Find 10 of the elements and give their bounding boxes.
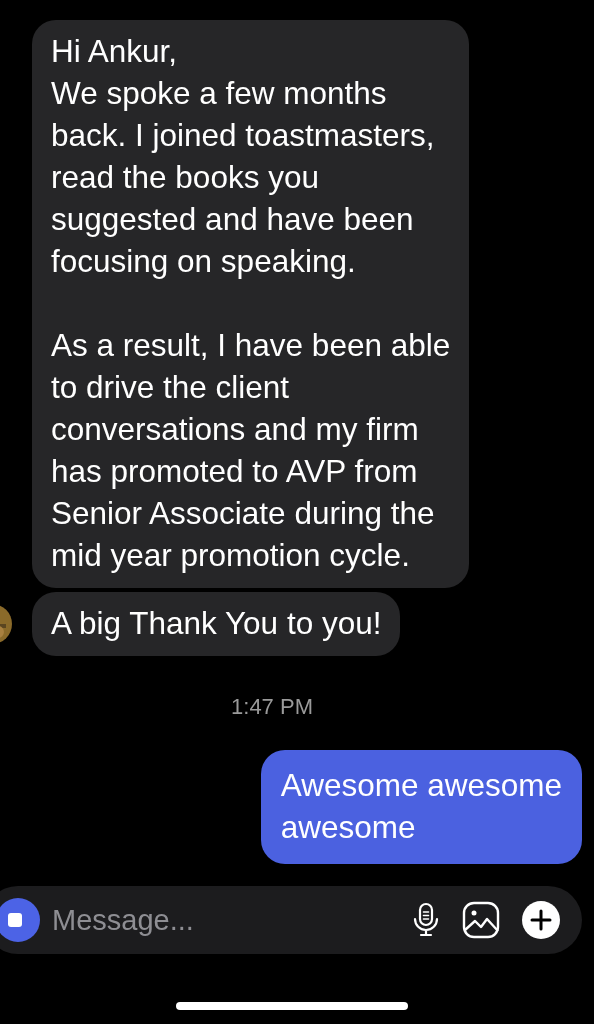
message-bar[interactable]: Message... — [0, 886, 582, 954]
message-field[interactable]: Message... — [52, 903, 390, 937]
add-button-icon[interactable] — [522, 901, 560, 939]
image-icon[interactable] — [462, 901, 500, 939]
message-bubble: Hi Ankur, We spoke a few months back. I joined toastmasters, read the books you suggested and have been focusing on speaking. As a result, I have been able to drive the client conversations and my firm has promoted to AVP from Senior Associate during the mid year promotion cycle. — [32, 20, 470, 588]
message-bubble: Awesome awesome awesome — [260, 750, 582, 864]
timestamp: 1:47 PM — [231, 694, 313, 720]
microphone-icon[interactable] — [412, 902, 440, 938]
camera-button-icon[interactable] — [0, 898, 40, 942]
message-bubble: A big Thank You to you! — [32, 592, 401, 656]
